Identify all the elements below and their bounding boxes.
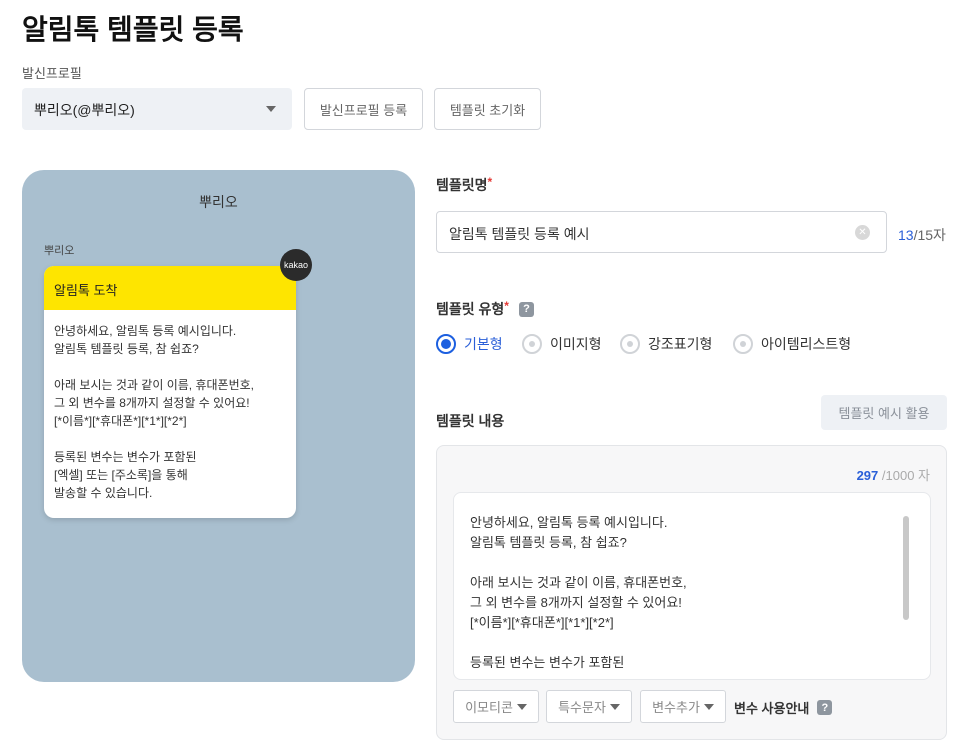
reset-template-button[interactable]: 템플릿 초기화 bbox=[434, 88, 541, 130]
template-content-box: 297 /1000 자 안녕하세요, 알림톡 등록 예시입니다. 알림톡 템플릿… bbox=[436, 445, 947, 740]
chevron-down-icon bbox=[266, 106, 276, 112]
emoticon-dropdown[interactable]: 이모티콘 bbox=[453, 690, 539, 723]
template-content-label: 템플릿 내용 bbox=[436, 413, 505, 429]
help-icon: ? bbox=[817, 700, 833, 715]
help-icon[interactable]: ? bbox=[518, 301, 534, 317]
message-bubble: 알림톡 도착 안녕하세요, 알림톡 등록 예시입니다. 알림톡 템플릿 등록, … bbox=[44, 266, 296, 518]
variable-guide[interactable]: 변수 사용안내 ? bbox=[734, 698, 833, 717]
profile-select[interactable]: 뿌리오(@뿌리오) bbox=[22, 88, 292, 130]
preview-header: 뿌리오 bbox=[199, 194, 238, 210]
template-name-count: 13/15자 bbox=[898, 227, 946, 243]
radio-basic[interactable]: 기본형 bbox=[436, 334, 503, 354]
template-type-label: 템플릿 유형* ? bbox=[436, 299, 534, 319]
add-variable-dropdown[interactable]: 변수추가 bbox=[640, 690, 726, 723]
bubble-title: 알림톡 도착 bbox=[44, 266, 296, 310]
template-content-textarea[interactable]: 안녕하세요, 알림톡 등록 예시입니다. 알림톡 템플릿 등록, 참 쉽죠? 아… bbox=[453, 492, 931, 680]
page-title: 알림톡 템플릿 등록 bbox=[22, 14, 244, 45]
radio-checked-icon bbox=[436, 334, 456, 354]
profile-label: 발신프로필 bbox=[22, 66, 82, 81]
radio-icon bbox=[522, 334, 542, 354]
special-char-dropdown[interactable]: 특수문자 bbox=[546, 690, 632, 723]
use-example-button[interactable]: 템플릿 예시 활용 bbox=[821, 395, 947, 430]
radio-emphasis[interactable]: 강조표기형 bbox=[620, 334, 712, 354]
preview-sender: 뿌리오 bbox=[44, 245, 75, 257]
radio-icon bbox=[733, 334, 753, 354]
clear-icon[interactable]: ✕ bbox=[855, 225, 870, 240]
required-mark: * bbox=[487, 175, 493, 189]
content-count: 297 /1000 자 bbox=[856, 468, 930, 483]
template-name-label: 템플릿명* bbox=[436, 175, 493, 193]
scrollbar[interactable] bbox=[903, 516, 909, 620]
radio-itemlist[interactable]: 아이템리스트형 bbox=[733, 334, 851, 354]
bubble-body: 안녕하세요, 알림톡 등록 예시입니다. 알림톡 템플릿 등록, 참 쉽죠? 아… bbox=[54, 324, 254, 500]
register-profile-button[interactable]: 발신프로필 등록 bbox=[304, 88, 423, 130]
caret-down-icon bbox=[703, 703, 714, 710]
radio-icon bbox=[620, 334, 640, 354]
caret-down-icon bbox=[609, 703, 620, 710]
caret-down-icon bbox=[516, 703, 527, 710]
radio-image[interactable]: 이미지형 bbox=[522, 334, 602, 354]
message-preview: 뿌리오 뿌리오 알림톡 도착 안녕하세요, 알림톡 등록 예시입니다. 알림톡 … bbox=[22, 170, 415, 682]
template-name-input[interactable]: 알림톡 템플릿 등록 예시 ✕ bbox=[436, 211, 887, 253]
profile-select-value: 뿌리오(@뿌리오) bbox=[34, 102, 135, 118]
kakao-badge-icon: kakao bbox=[280, 249, 312, 281]
